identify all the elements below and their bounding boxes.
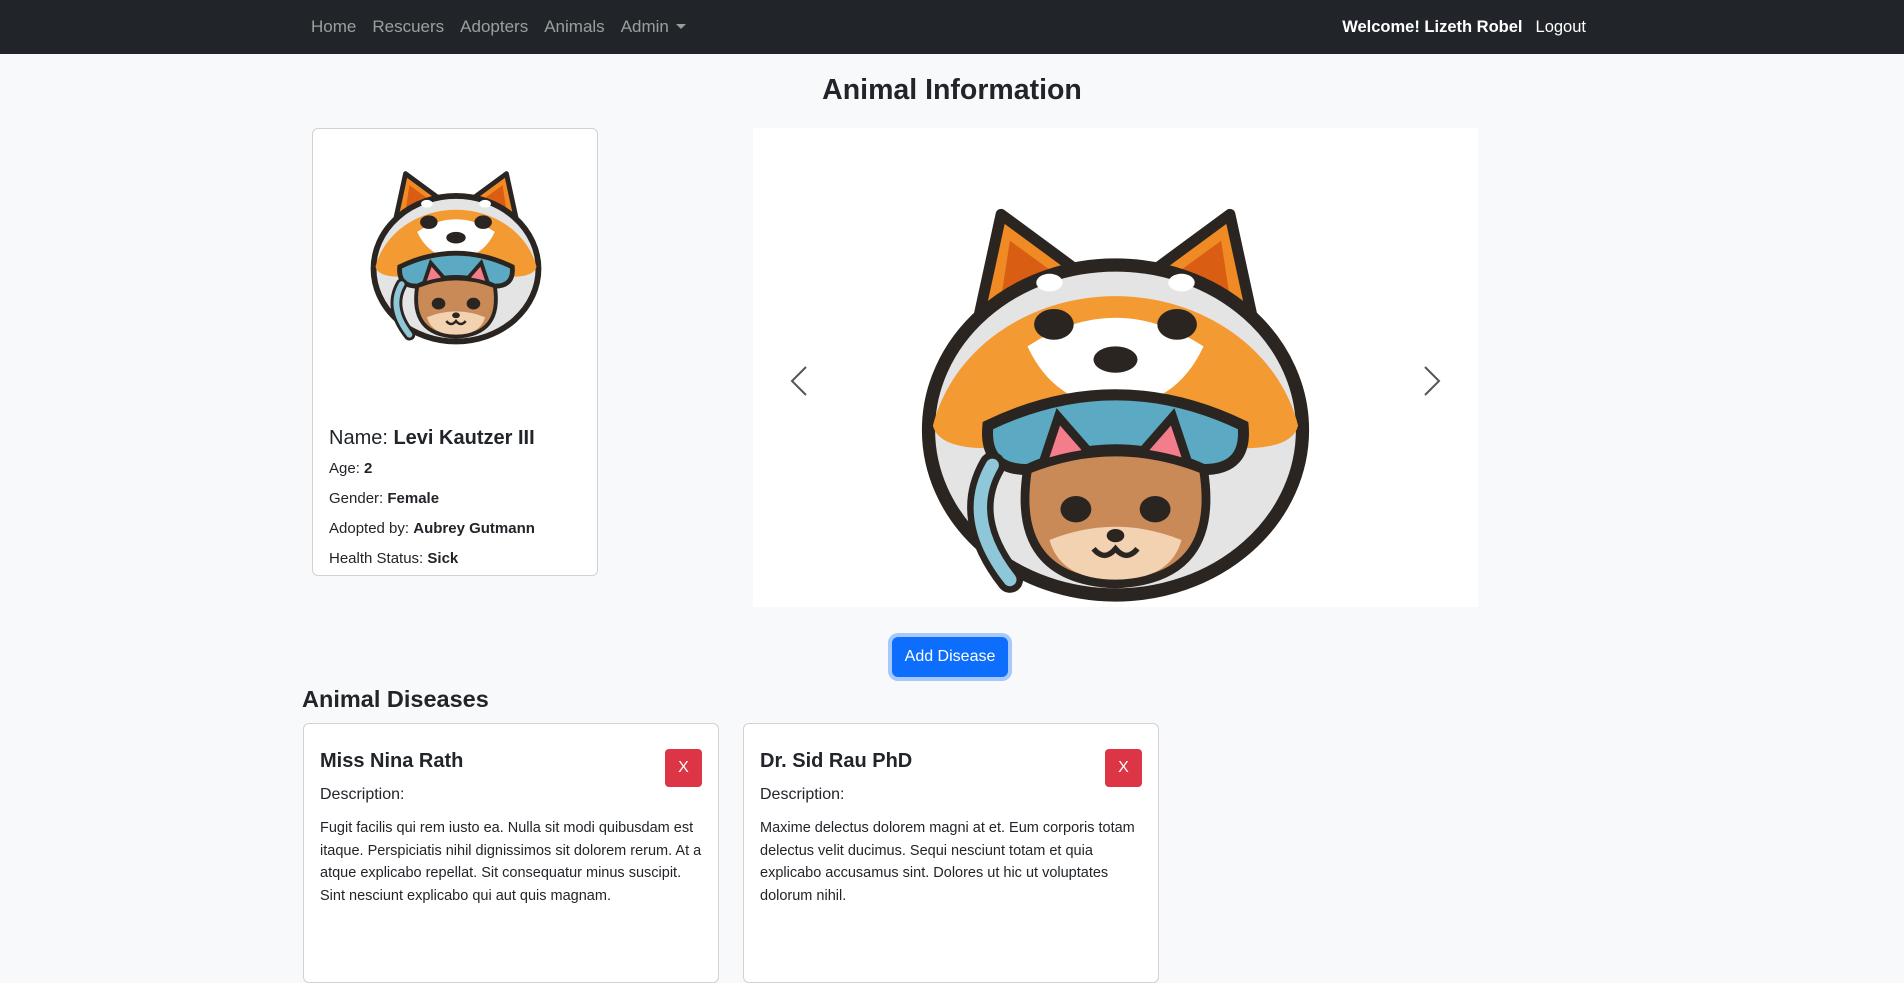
animal-gender: Female — [387, 490, 440, 507]
animal-adopter: Aubrey Gutmann — [413, 520, 535, 537]
carousel-image — [873, 188, 1358, 628]
animal-name: Levi Kautzer III — [393, 427, 535, 449]
adopted-label: Adopted by: — [329, 520, 410, 537]
page-title: Animal Information — [822, 74, 1082, 106]
disease-description: Maxime delectus dolorem magni at et. Eum… — [760, 820, 1135, 904]
description-label: Description: — [320, 786, 405, 803]
carousel-prev-button[interactable] — [781, 361, 821, 401]
carousel-next-button[interactable] — [1410, 361, 1450, 401]
age-label: Age: — [329, 460, 360, 477]
animal-info-card: Name: Levi Kautzer III Age: 2 Gender: Fe… — [312, 128, 598, 576]
nav-link-animals[interactable]: Animals — [544, 17, 604, 37]
animal-details: Name: Levi Kautzer III Age: 2 Gender: Fe… — [329, 427, 535, 580]
chevron-down-icon — [675, 24, 686, 29]
delete-disease-button[interactable]: X — [665, 749, 702, 787]
delete-disease-button[interactable]: X — [1105, 749, 1142, 787]
animal-gender-row: Gender: Female — [329, 490, 535, 507]
animal-age-row: Age: 2 — [329, 460, 535, 477]
animal-adopter-row: Adopted by: Aubrey Gutmann — [329, 520, 535, 537]
nav-link-home[interactable]: Home — [311, 17, 356, 37]
disease-title: Miss Nina Rath — [320, 750, 464, 772]
diseases-section-title: Animal Diseases — [302, 686, 489, 713]
description-label: Description: — [760, 786, 845, 803]
disease-title: Dr. Sid Rau PhD — [760, 750, 913, 772]
diseases-title-text: Animal Diseases — [302, 686, 489, 712]
animal-health-row: Health Status: Sick — [329, 550, 535, 567]
name-label: Name: — [329, 427, 388, 449]
nav-link-adopters[interactable]: Adopters — [460, 17, 528, 37]
disease-card: Miss Nina Rath X Description: Fugit faci… — [303, 723, 719, 983]
gender-label: Gender: — [329, 490, 384, 507]
disease-description: Fugit facilis qui rem iusto ea. Nulla si… — [320, 820, 702, 904]
nav-user-area: Welcome! Lizeth Robel Logout — [1342, 0, 1586, 54]
animal-thumbnail-image — [359, 157, 553, 361]
welcome-text: Welcome! Lizeth Robel — [1342, 17, 1523, 36]
admin-label: Admin — [620, 17, 669, 36]
add-disease-button[interactable]: Add Disease — [892, 637, 1008, 677]
nav-dropdown-admin[interactable]: Admin — [621, 17, 686, 37]
nav-links: Home Rescuers Adopters Animals Admin — [311, 0, 702, 54]
chevron-left-icon — [790, 366, 807, 396]
top-navbar: Home Rescuers Adopters Animals Admin Wel… — [0, 0, 1904, 54]
animal-age: 2 — [364, 460, 373, 477]
nav-link-rescuers[interactable]: Rescuers — [372, 17, 444, 37]
animal-name-row: Name: Levi Kautzer III — [329, 427, 535, 450]
logout-link[interactable]: Logout — [1536, 18, 1586, 37]
health-label: Health Status: — [329, 550, 424, 567]
disease-card: Dr. Sid Rau PhD X Description: Maxime de… — [743, 723, 1159, 983]
chevron-right-icon — [1424, 366, 1441, 396]
animal-health-status: Sick — [427, 550, 459, 567]
animal-image-carousel — [753, 128, 1478, 607]
